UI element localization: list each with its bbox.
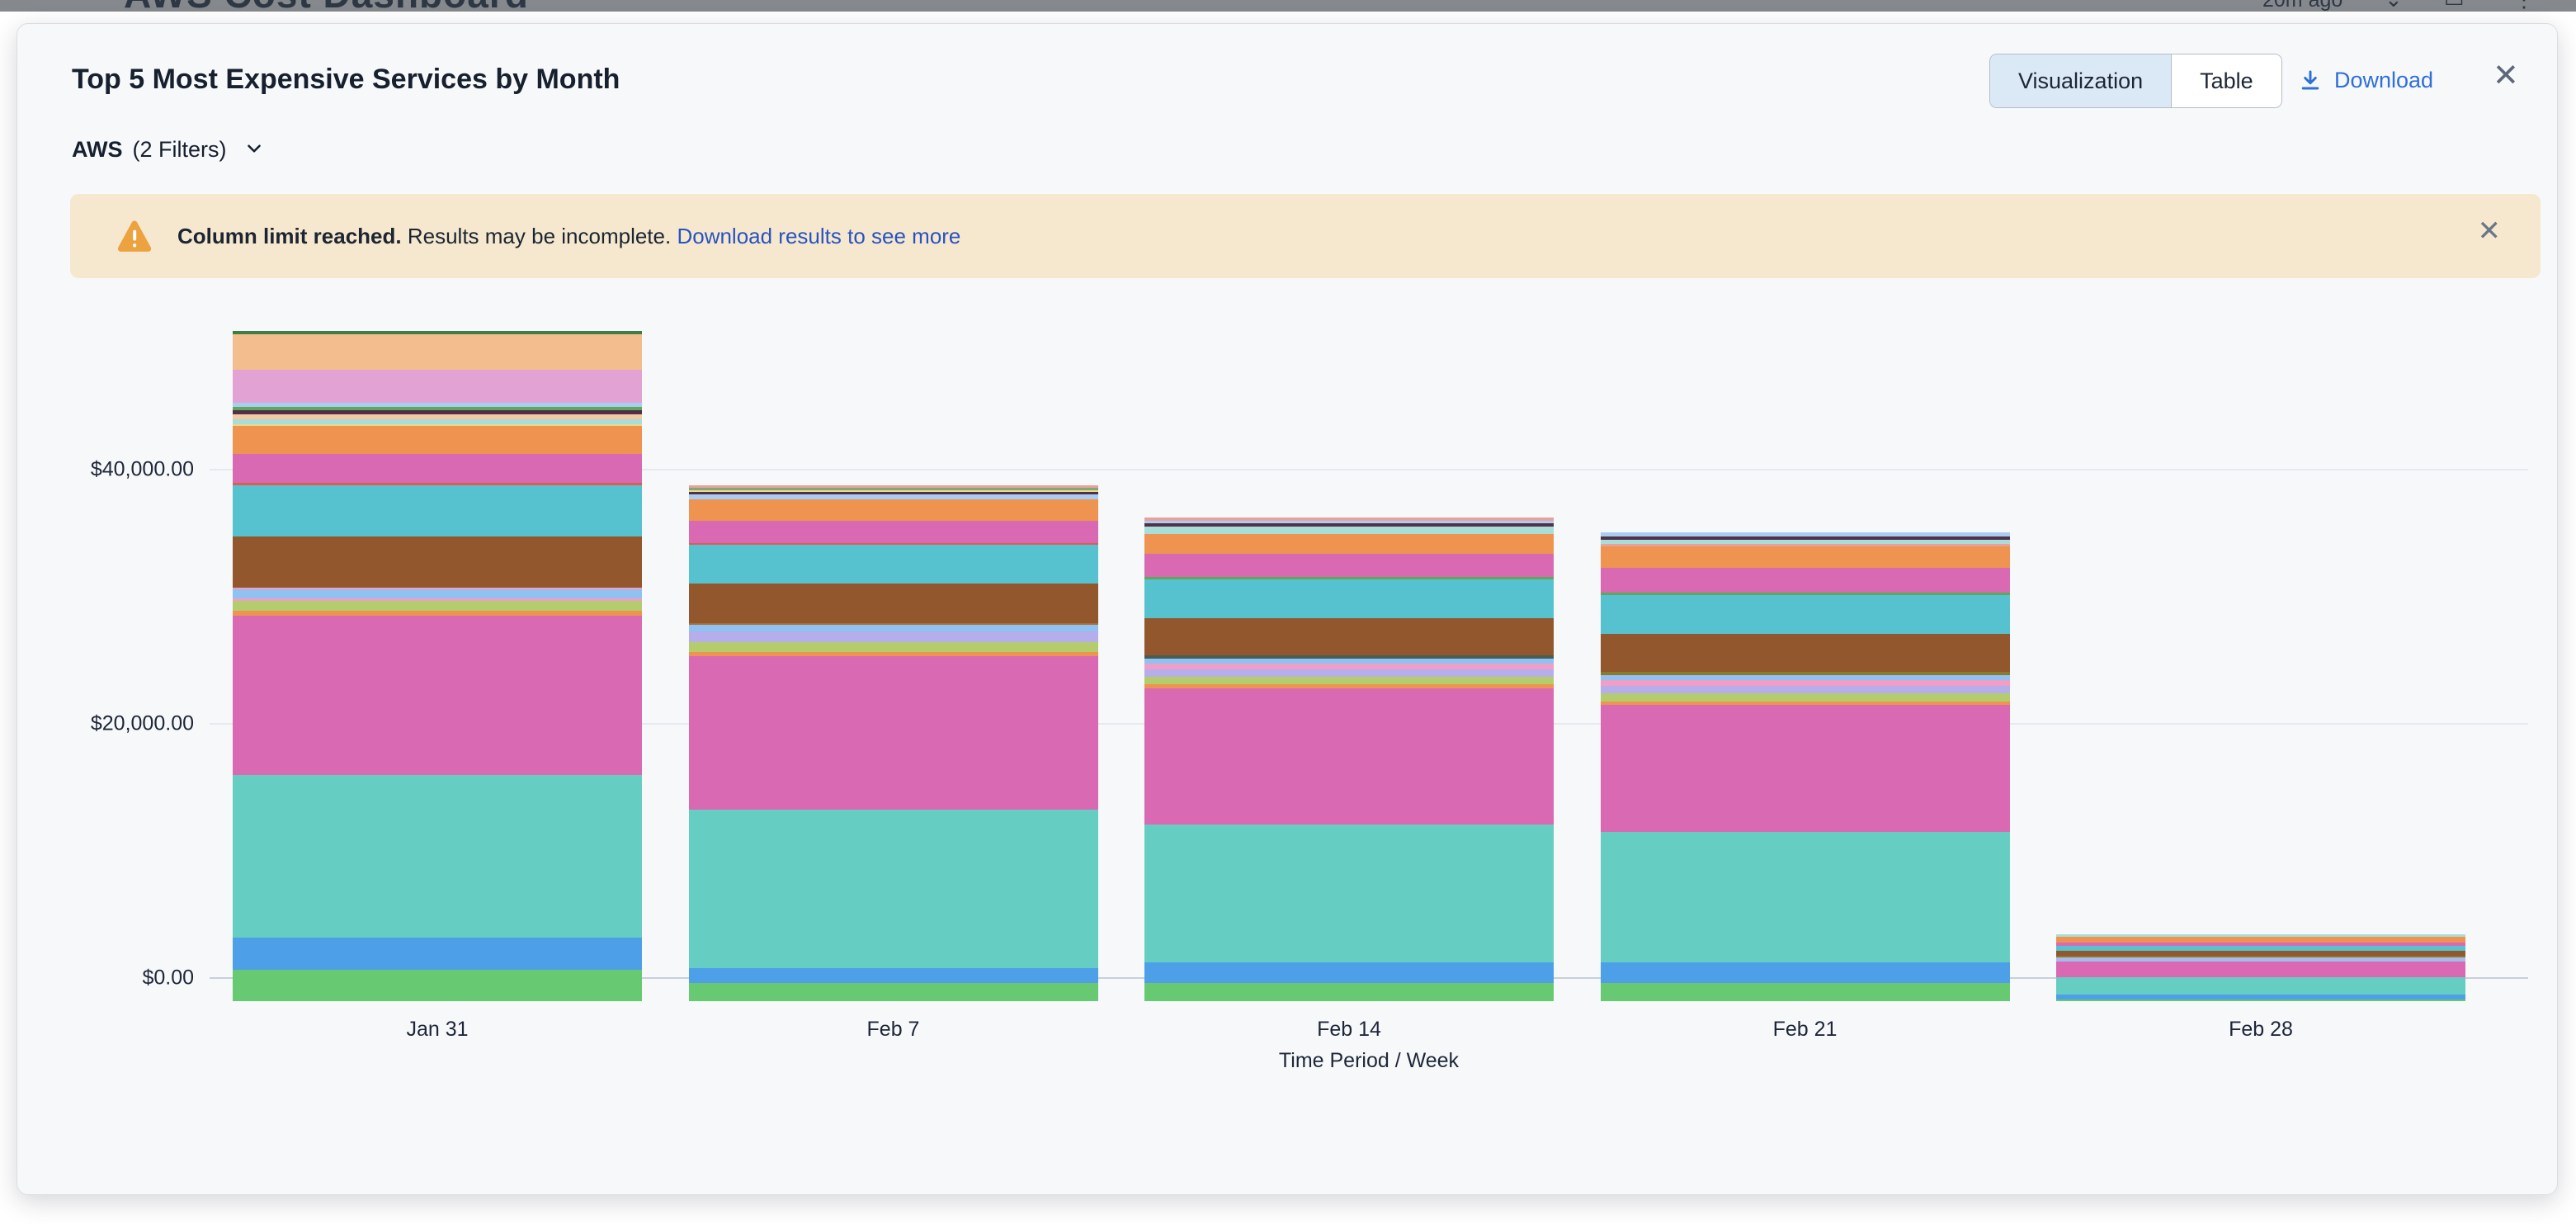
bar-segment[interactable]: [1144, 962, 1554, 983]
bar-segment[interactable]: [689, 968, 1098, 983]
bar-segment[interactable]: [689, 521, 1098, 543]
bar-segment[interactable]: [1144, 677, 1554, 684]
bar-segment[interactable]: [1601, 832, 2010, 962]
bar-segment[interactable]: [233, 601, 642, 611]
bar-segment[interactable]: [1601, 686, 2010, 693]
kebab-menu-icon: ⋮: [2513, 0, 2535, 12]
bar-segment[interactable]: [1601, 962, 2010, 983]
bar-feb-7[interactable]: [689, 485, 1098, 1001]
background-page-strip: AWS Cost Dashboard 20m ago ⌄ ▭ ⋮: [0, 0, 2576, 12]
bar-segment[interactable]: [1144, 688, 1554, 824]
bar-segment[interactable]: [233, 938, 642, 970]
bar-segment[interactable]: [233, 370, 642, 404]
x-axis-tick: Jan 31: [406, 1018, 468, 1042]
x-axis-tick: Feb 21: [1773, 1018, 1838, 1042]
x-axis-tick: Feb 28: [2229, 1018, 2293, 1042]
bar-segment[interactable]: [1601, 595, 2010, 634]
y-axis-tick: $40,000.00: [37, 458, 194, 482]
bar-segment[interactable]: [1601, 705, 2010, 831]
x-axis-tick: Feb 7: [867, 1018, 920, 1042]
bar-segment[interactable]: [689, 810, 1098, 968]
bar-segment[interactable]: [1601, 983, 2010, 1001]
background-page-title: AWS Cost Dashboard: [124, 0, 529, 12]
bar-segment[interactable]: [233, 454, 642, 483]
x-axis-tick: Feb 14: [1317, 1018, 1381, 1042]
chart-modal: Top 5 Most Expensive Services by Month V…: [17, 23, 2558, 1195]
bar-segment[interactable]: [1144, 534, 1554, 554]
bar-segment[interactable]: [233, 970, 642, 1001]
stacked-bar-chart: $0.00 $20,000.00 $40,000.00 Jan 31 Feb 7 Feb …: [17, 24, 2576, 1224]
bar-jan-31[interactable]: [233, 331, 642, 1001]
bar-segment[interactable]: [689, 983, 1098, 1001]
bar-segment[interactable]: [233, 589, 642, 598]
bar-segment[interactable]: [1144, 527, 1554, 534]
bar-segment[interactable]: [689, 642, 1098, 653]
bar-segment[interactable]: [689, 545, 1098, 584]
bar-segment[interactable]: [233, 616, 642, 775]
bar-segment[interactable]: [689, 584, 1098, 623]
bar-segment[interactable]: [1144, 983, 1554, 1001]
bar-segment[interactable]: [1144, 664, 1554, 669]
bar-segment[interactable]: [1601, 568, 2010, 593]
chevron-down-icon: ⌄: [2385, 0, 2403, 12]
bar-segment[interactable]: [689, 631, 1098, 642]
bar-segment[interactable]: [1601, 680, 2010, 686]
x-axis-title: Time Period / Week: [1279, 1049, 1459, 1073]
background-timestamp: 20m ago: [2262, 0, 2342, 12]
bar-feb-28[interactable]: [2056, 934, 2465, 1001]
bar-feb-21[interactable]: [1601, 532, 2010, 1001]
y-axis-tick: $0.00: [37, 966, 194, 990]
bar-feb-14[interactable]: [1144, 517, 1554, 1001]
bar-segment[interactable]: [1601, 693, 2010, 702]
bar-segment[interactable]: [689, 625, 1098, 631]
bar-segment[interactable]: [233, 334, 642, 370]
bar-segment[interactable]: [233, 536, 642, 588]
bar-segment[interactable]: [233, 426, 642, 454]
bar-segment[interactable]: [1144, 554, 1554, 577]
bar-segment[interactable]: [2056, 977, 2465, 995]
bar-segment[interactable]: [2056, 1000, 2465, 1001]
bar-segment[interactable]: [1601, 634, 2010, 673]
bar-segment[interactable]: [689, 656, 1098, 809]
bar-segment[interactable]: [1601, 546, 2010, 568]
y-axis-tick: $20,000.00: [37, 712, 194, 736]
bar-segment[interactable]: [233, 485, 642, 536]
bar-segment[interactable]: [1144, 825, 1554, 962]
bar-segment[interactable]: [233, 775, 642, 938]
bar-segment[interactable]: [2056, 962, 2465, 977]
bar-segment[interactable]: [2056, 937, 2465, 943]
bar-segment[interactable]: [689, 499, 1098, 521]
bar-segment[interactable]: [1144, 579, 1554, 618]
bar-segment[interactable]: [1144, 669, 1554, 677]
window-icon: ▭: [2444, 0, 2465, 12]
bar-segment[interactable]: [1144, 618, 1554, 656]
